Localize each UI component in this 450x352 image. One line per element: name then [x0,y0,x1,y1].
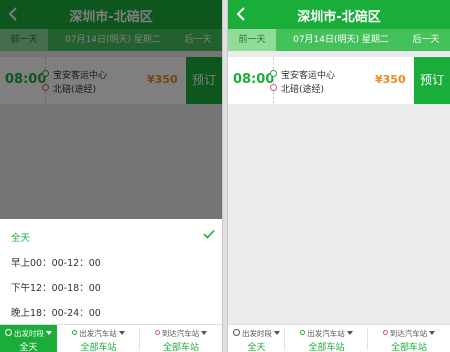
screen-trip-list: 深圳市-北碚区 前一天 07月14日(明天) 星期二 后一天 08:00 宝安客… [228,0,450,352]
tab-label: 到达汽车站 [161,329,200,338]
tab-departure-station[interactable]: 出发汽车站 全部车站 [57,325,140,352]
tab-value: 全天 [247,343,266,352]
tab-departure-period[interactable]: 出发时段 全天 [0,325,57,352]
time-filter-sheet: 全天 早上00：00-12：00 下午12：00-18：00 晚上18：00-2… [0,219,222,324]
clock-icon [5,329,12,336]
caret-down-icon [346,331,353,335]
to-station-dot-icon [270,84,277,91]
tab-label: 出发汽车站 [79,329,117,338]
green-dot-icon [300,330,306,335]
clock-icon [233,329,240,336]
trip-row[interactable]: 08:00 宝安客运中心 北碚(途经) ¥350 预订 [228,57,450,104]
title-bar: 深圳市-北碚区 [228,0,450,29]
departure-time: 08:00 [233,72,275,87]
filter-tab-bar: 出发时段 全天 出发汽车站 全部车站 到达汽车站 全部车站 [0,324,222,352]
from-station: 宝安客运中心 [281,71,336,81]
date-bar: 前一天 07月14日(明天) 星期二 后一天 [228,29,450,51]
book-button[interactable]: 预订 [414,57,450,104]
screen-with-time-filter: 深圳市-北碚区 前一天 07月14日(明天) 星期二 后一天 08:00 宝安客… [0,0,222,352]
tab-label: 到达汽车站 [389,329,428,338]
tab-departure-period[interactable]: 出发时段 全天 [228,325,285,352]
caret-down-icon [274,331,280,335]
filter-tab-bar: 出发时段 全天 出发汽车站 全部车站 到达汽车站 全部车站 [228,324,450,352]
next-day-button[interactable]: 后一天 [402,29,450,51]
tab-value: 全部车站 [390,343,427,352]
tab-value: 全天 [19,343,38,352]
caret-down-icon [118,331,125,335]
caret-down-icon [46,331,52,335]
tab-label: 出发汽车站 [307,329,345,338]
page-title: 深圳市-北碚区 [297,10,381,25]
time-option-morning[interactable]: 早上00：00-12：00 [11,255,101,269]
tab-value: 全部车站 [162,343,199,352]
caret-down-icon [429,331,436,335]
tab-arrival-station[interactable]: 到达汽车站 全部车站 [368,325,450,352]
tab-departure-station[interactable]: 出发汽车站 全部车站 [285,325,368,352]
time-option-evening[interactable]: 晚上18：00-24：00 [11,305,101,319]
time-option-all-day[interactable]: 全天 [11,230,30,244]
from-station-dot-icon [270,70,277,77]
tab-label: 出发时段 [242,329,272,338]
tab-label: 出发时段 [14,329,44,338]
time-option-afternoon[interactable]: 下午12：00-18：00 [11,280,101,294]
green-dot-icon [72,330,78,335]
selected-date[interactable]: 07月14日(明天) 星期二 [280,29,402,51]
tab-arrival-station[interactable]: 到达汽车站 全部车站 [140,325,222,352]
tab-value: 全部车站 [308,343,345,352]
red-dot-icon [382,330,388,335]
ticket-price: ¥350 [375,73,406,86]
check-icon [203,229,215,239]
prev-day-button[interactable]: 前一天 [228,29,276,51]
red-dot-icon [154,330,160,335]
tab-value: 全部车站 [80,343,117,352]
to-station: 北碚(途经) [281,85,325,95]
caret-down-icon [201,331,208,335]
route-line [273,57,274,104]
